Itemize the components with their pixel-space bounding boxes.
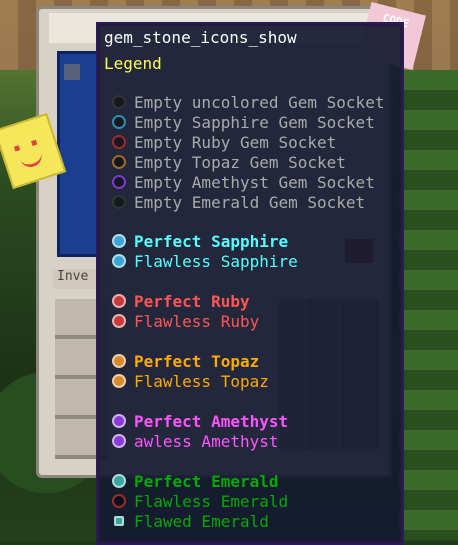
- gem-list-item-label: Flawless Sapphire: [134, 251, 298, 271]
- perfect-ruby-icon: [112, 294, 126, 308]
- flawless-ruby-icon: [112, 314, 126, 328]
- gem-list-item: Flawless Ruby: [112, 311, 260, 331]
- perfect-sapphire-icon: [112, 234, 126, 248]
- sticker-eye: [31, 139, 38, 146]
- gem-list-item-label: Flawless Topaz: [134, 371, 269, 391]
- flawless-sapphire-icon: [112, 254, 126, 268]
- gem-list-item-label: awless Amethyst: [134, 431, 279, 451]
- gem-list-item: Perfect Emerald: [112, 471, 279, 491]
- flawless-topaz-icon: [112, 374, 126, 388]
- flawed-emerald-icon: [114, 516, 124, 526]
- perfect-amethyst-icon: [112, 414, 126, 428]
- socket-legend-item: Empty Emerald Gem Socket: [112, 192, 366, 212]
- gem-list-item: Perfect Amethyst: [112, 411, 289, 431]
- empty-socket-icon: [112, 195, 126, 209]
- empty-socket-icon: [112, 115, 126, 129]
- perfect-emerald-icon: [112, 474, 126, 488]
- tooltip-title: gem_stone_icons_show: [104, 28, 297, 47]
- socket-legend-item-label: Empty uncolored Gem Socket: [134, 92, 385, 112]
- socket-legend-item: Empty Topaz Gem Socket: [112, 152, 346, 172]
- gem-list-item-label: Perfect Sapphire: [134, 231, 289, 251]
- flawless-amethyst-icon: [112, 434, 126, 448]
- empty-socket-icon: [112, 155, 126, 169]
- socket-legend-item: Empty Amethyst Gem Socket: [112, 172, 375, 192]
- gem-list-item: Flawless Sapphire: [112, 251, 298, 271]
- gem-list-item-label: Perfect Amethyst: [134, 411, 289, 431]
- gui-screen-slot[interactable]: [64, 64, 80, 80]
- gem-list-item-label: Flawed Emerald: [134, 511, 269, 531]
- socket-legend-item: Empty Sapphire Gem Socket: [112, 112, 375, 132]
- socket-legend-item-label: Empty Ruby Gem Socket: [134, 132, 337, 152]
- leaf-block-wall: [398, 70, 458, 540]
- gem-list-item: Perfect Topaz: [112, 351, 260, 371]
- socket-legend-item: Empty uncolored Gem Socket: [112, 92, 385, 112]
- sticker-eye: [13, 145, 21, 152]
- item-tooltip: gem_stone_icons_show Legend Empty uncolo…: [96, 22, 404, 545]
- legend-label: Legend: [104, 54, 162, 73]
- socket-legend-item-label: Empty Amethyst Gem Socket: [134, 172, 375, 192]
- empty-socket-icon: [112, 135, 126, 149]
- gem-list-item-label: Flawless Ruby: [134, 311, 260, 331]
- empty-socket-icon: [112, 95, 126, 109]
- gui-blue-screen: [57, 51, 99, 257]
- gem-list-item: Flawed Emerald: [112, 511, 269, 531]
- gem-list-item: Perfect Ruby: [112, 291, 250, 311]
- socket-legend-item-label: Empty Emerald Gem Socket: [134, 192, 366, 212]
- gem-list-item-label: Flawless Emerald: [134, 491, 289, 511]
- socket-legend-item-label: Empty Sapphire Gem Socket: [134, 112, 375, 132]
- socket-legend-item: Empty Ruby Gem Socket: [112, 132, 337, 152]
- gem-list-item-label: Perfect Emerald: [134, 471, 279, 491]
- gem-list-item-label: Perfect Topaz: [134, 351, 260, 371]
- sticker-mouth: [20, 152, 45, 170]
- gem-list-item: Flawless Emerald: [112, 491, 289, 511]
- gem-list-item: awless Amethyst: [112, 431, 279, 451]
- empty-socket-icon: [112, 175, 126, 189]
- empty-socket-icon: [112, 494, 126, 508]
- socket-legend-item-label: Empty Topaz Gem Socket: [134, 152, 346, 172]
- gem-list-item: Flawless Topaz: [112, 371, 269, 391]
- gem-list-item: Perfect Sapphire: [112, 231, 289, 251]
- perfect-topaz-icon: [112, 354, 126, 368]
- gem-list-item-label: Perfect Ruby: [134, 291, 250, 311]
